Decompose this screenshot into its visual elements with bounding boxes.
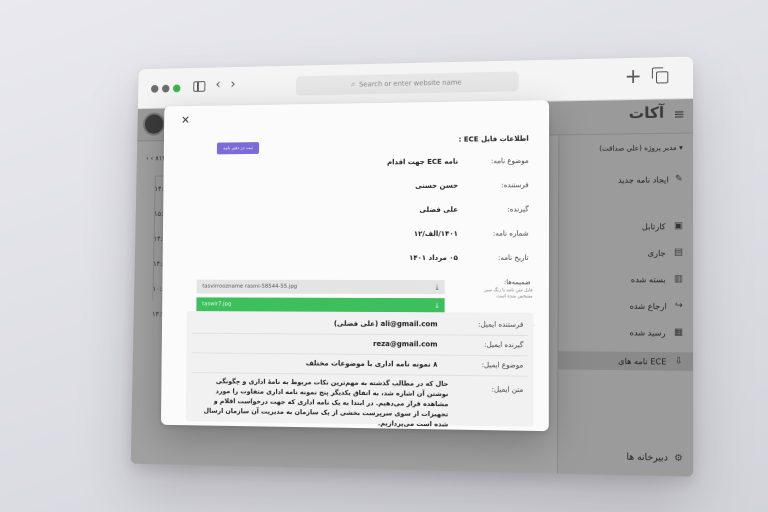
receiver-value: علی فضلی [419,205,458,214]
sidebar-item-received[interactable]: رسید شده ▦ [630,327,683,338]
receiver-label: گیرنده: [507,205,529,214]
email-details-panel: فرستنده ایمیل: ali@gmail.com (علی فضلی) … [185,311,534,429]
receipt-icon: ▦ [673,327,683,338]
chevron-down-icon: ▾ [679,143,683,152]
email-receiver-label: گیرنده ایمیل: [484,340,524,350]
window-minimize-dot[interactable] [161,84,170,93]
email-sender-value: ali@gmail.com (علی فضلی) [333,319,438,329]
sidebar-item-kartabl[interactable]: کارتابل ▣ [642,221,683,231]
sender-label: فرستنده: [501,181,529,190]
download-icon[interactable]: ⤓ [436,283,439,292]
search-icon: ⌕ [350,79,356,89]
gear-icon: ⚙ [674,453,683,465]
attachment-file-row-main[interactable]: taswir7.jpg ⤓ [196,297,445,313]
sender-value: حسن حسنی [415,181,459,191]
email-body-text: حال که در مطالب گذشته به مهم‌ترین نکات م… [203,377,449,429]
email-sender-label: فرستنده ایمیل: [478,320,524,329]
email-subject-label: موضوع ایمیل: [481,361,524,370]
attachments-label: ضمیمه‌ها: [504,278,531,287]
attachments-hint: فایل متن نامه با رنگ سبز مشخص شده است [484,288,533,300]
new-tab-plus-icon[interactable]: + [625,64,642,88]
letter-date-value: ۰۵ مرداد ۱۴۰۱ [409,253,458,262]
sidebar-toggle-icon[interactable] [193,81,206,92]
back-arrow-icon[interactable]: ‹ [215,77,220,92]
ece-info-modal: ✕ اطلاعات فایل ECE : ثبت در دفتر نامه مو… [160,100,550,432]
secretariat-settings[interactable]: دبیرخانه ها ⚙ [626,452,682,464]
sidebar-item-ece-letters[interactable]: نامه های ECE ⇩ [557,351,694,371]
email-receiver-value: reza@gmail.com [373,339,438,349]
window-maximize-dot[interactable] [172,84,181,93]
inbox-icon: ▣ [673,221,683,232]
download-box-icon: ⇩ [674,356,683,367]
tabs-overview-icon[interactable] [656,71,669,84]
forward-icon: ↪ [674,300,683,312]
attachment-filename: tasvirroozname rasmi-58544-55.jpg [202,283,298,290]
project-manager-dropdown[interactable]: مدیر پروژه (علی صداقت) ▾ [599,144,682,153]
sidebar-item-referred[interactable]: ارجاع شده ↪ [630,301,683,311]
register-letter-button[interactable]: ثبت در دفتر نامه [216,142,260,155]
letter-number-value: ۱۴۰۱/الف/۱۲ [413,229,458,238]
forward-arrow-icon[interactable]: › [230,77,235,92]
sidebar-item-current[interactable]: جاری ▤ [648,248,683,258]
hamburger-menu-icon[interactable]: ≡ [674,107,685,122]
download-icon[interactable]: ⤓ [435,301,438,310]
app-sidebar: مدیر پروژه (علی صداقت) ▾ ایجاد نامه جدید… [556,133,694,477]
subject-label: موضوع نامه: [490,156,529,166]
new-letter-button[interactable]: ایجاد نامه جدید ✎ [618,174,683,185]
stage: ‹ › ⌕ Search or enter website name + ◔ ◉… [0,0,768,512]
avatar[interactable] [142,112,166,136]
app-logo: آکات [628,103,665,123]
modal-title: اطلاعات فایل ECE : [458,134,529,144]
address-bar[interactable]: ⌕ Search or enter website name [295,71,519,96]
tray-icon: ▤ [673,247,683,258]
email-body-label: متن ایمیل: [491,385,524,395]
attachment-filename: taswir7.jpg [202,301,232,308]
address-placeholder: Search or enter website name [359,78,462,89]
window-close-dot[interactable] [150,84,159,93]
row-separator [192,352,528,357]
pager-prev-icon[interactable]: ‹ ‹ [146,155,153,163]
attachment-file-row[interactable]: tasvirroozname rasmi-58544-55.jpg ⤓ [196,279,445,295]
archive-icon: ▥ [673,274,683,285]
email-subject-value: ۸ نمونه نامه اداری با موضوعات مختلف [305,359,438,369]
close-icon[interactable]: ✕ [181,114,190,127]
letter-date-label: تاریخ نامه: [497,253,529,262]
subject-value: نامه ECE جهت اقدام [387,157,459,167]
new-letter-label: ایجاد نامه جدید [617,174,669,185]
edit-icon: ✎ [674,174,683,185]
row-separator [192,332,528,337]
sidebar-item-closed[interactable]: بسته شده ▥ [631,274,683,284]
letter-number-label: شماره نامه: [492,229,529,238]
